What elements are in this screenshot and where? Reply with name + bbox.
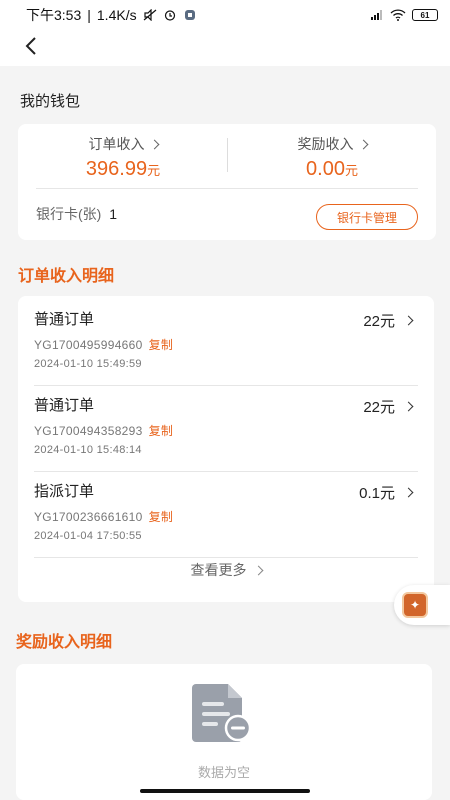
order-type: 指派订单 (34, 483, 95, 500)
order-income-label: 订单收入 (88, 136, 145, 152)
wallet-divider (36, 188, 418, 189)
copy-button[interactable]: 复制 (149, 338, 174, 352)
reward-income-value: 0.00 (306, 158, 345, 180)
reward-income-unit: 元 (344, 163, 358, 178)
alarm-icon (164, 10, 175, 21)
wifi-icon (390, 9, 406, 21)
chevron-right-icon (403, 401, 414, 412)
order-amount: 22元 (363, 313, 395, 330)
wallet-title: 我的钱包 (20, 93, 81, 110)
order-amount: 22元 (363, 399, 395, 416)
order-income-unit: 元 (147, 163, 161, 178)
bank-card-count: 1 (109, 206, 118, 222)
reward-income-label: 奖励收入 (297, 136, 354, 152)
order-income-value: 396.99 (85, 158, 148, 180)
order-number: YG1700494358293 (34, 424, 143, 438)
copy-button[interactable]: 复制 (149, 510, 174, 524)
copy-button[interactable]: 复制 (149, 424, 174, 438)
status-bar: 下午3:53 | 1.4K/s 61 (0, 0, 450, 30)
battery-icon: 61 (412, 9, 438, 21)
row-divider (34, 557, 418, 558)
order-row[interactable]: 普通订单 22元 YG1700494358293 复制 2024-01-10 15… (18, 386, 434, 472)
bank-card-label: 银行卡(张) (36, 206, 102, 222)
floating-action-button[interactable]: ✦ (394, 585, 450, 625)
signal-icon (371, 10, 382, 20)
order-row[interactable]: 指派订单 0.1元 YG1700236661610 复制 2024-01-04 1… (18, 472, 434, 558)
order-section-title: 订单收入明细 (18, 268, 115, 285)
order-time: 2024-01-10 15:48:14 (34, 444, 142, 456)
order-income-stat[interactable]: 订单收入 396.99元 (18, 134, 228, 181)
empty-text: 数据为空 (197, 765, 250, 780)
top-bar (0, 30, 450, 66)
chevron-right-icon (403, 487, 414, 498)
home-indicator (140, 789, 310, 793)
back-arrow-icon[interactable] (20, 34, 44, 58)
bank-card-info: 银行卡(张) 1 (36, 204, 117, 224)
chevron-right-icon (358, 139, 368, 149)
order-number: YG1700236661610 (34, 510, 143, 524)
chevron-right-icon (149, 139, 159, 149)
status-separator: | (87, 7, 91, 23)
floating-badge-icon: ✦ (402, 592, 428, 618)
order-type: 普通订单 (34, 311, 95, 328)
order-type: 普通订单 (34, 397, 95, 414)
order-time: 2024-01-10 15:49:59 (34, 358, 142, 370)
mute-icon (143, 9, 156, 21)
order-row[interactable]: 普通订单 22元 YG1700495994660 复制 2024-01-10 15… (18, 300, 434, 386)
order-amount: 0.1元 (359, 485, 395, 502)
view-more-label: 查看更多 (190, 562, 247, 578)
bank-card-manage-button[interactable]: 银行卡管理 (316, 204, 418, 230)
reward-income-stat[interactable]: 奖励收入 0.00元 (228, 134, 436, 181)
order-number: YG1700495994660 (34, 338, 143, 352)
chevron-right-icon (253, 565, 263, 575)
chevron-right-icon (403, 315, 414, 326)
app-notification-icon (184, 10, 195, 20)
status-net-speed: 1.4K/s (96, 7, 137, 23)
status-time: 下午3:53 (26, 7, 82, 23)
wallet-card: 订单收入 396.99元 奖励收入 0.00元 银行卡(张) 1 银行卡管理 (18, 124, 436, 240)
view-more-button[interactable]: 查看更多 (18, 560, 434, 580)
empty-document-icon (192, 684, 252, 742)
reward-list-card: 数据为空 (16, 664, 432, 800)
reward-section-title: 奖励收入明细 (16, 634, 113, 651)
order-time: 2024-01-04 17:50:55 (34, 530, 142, 542)
